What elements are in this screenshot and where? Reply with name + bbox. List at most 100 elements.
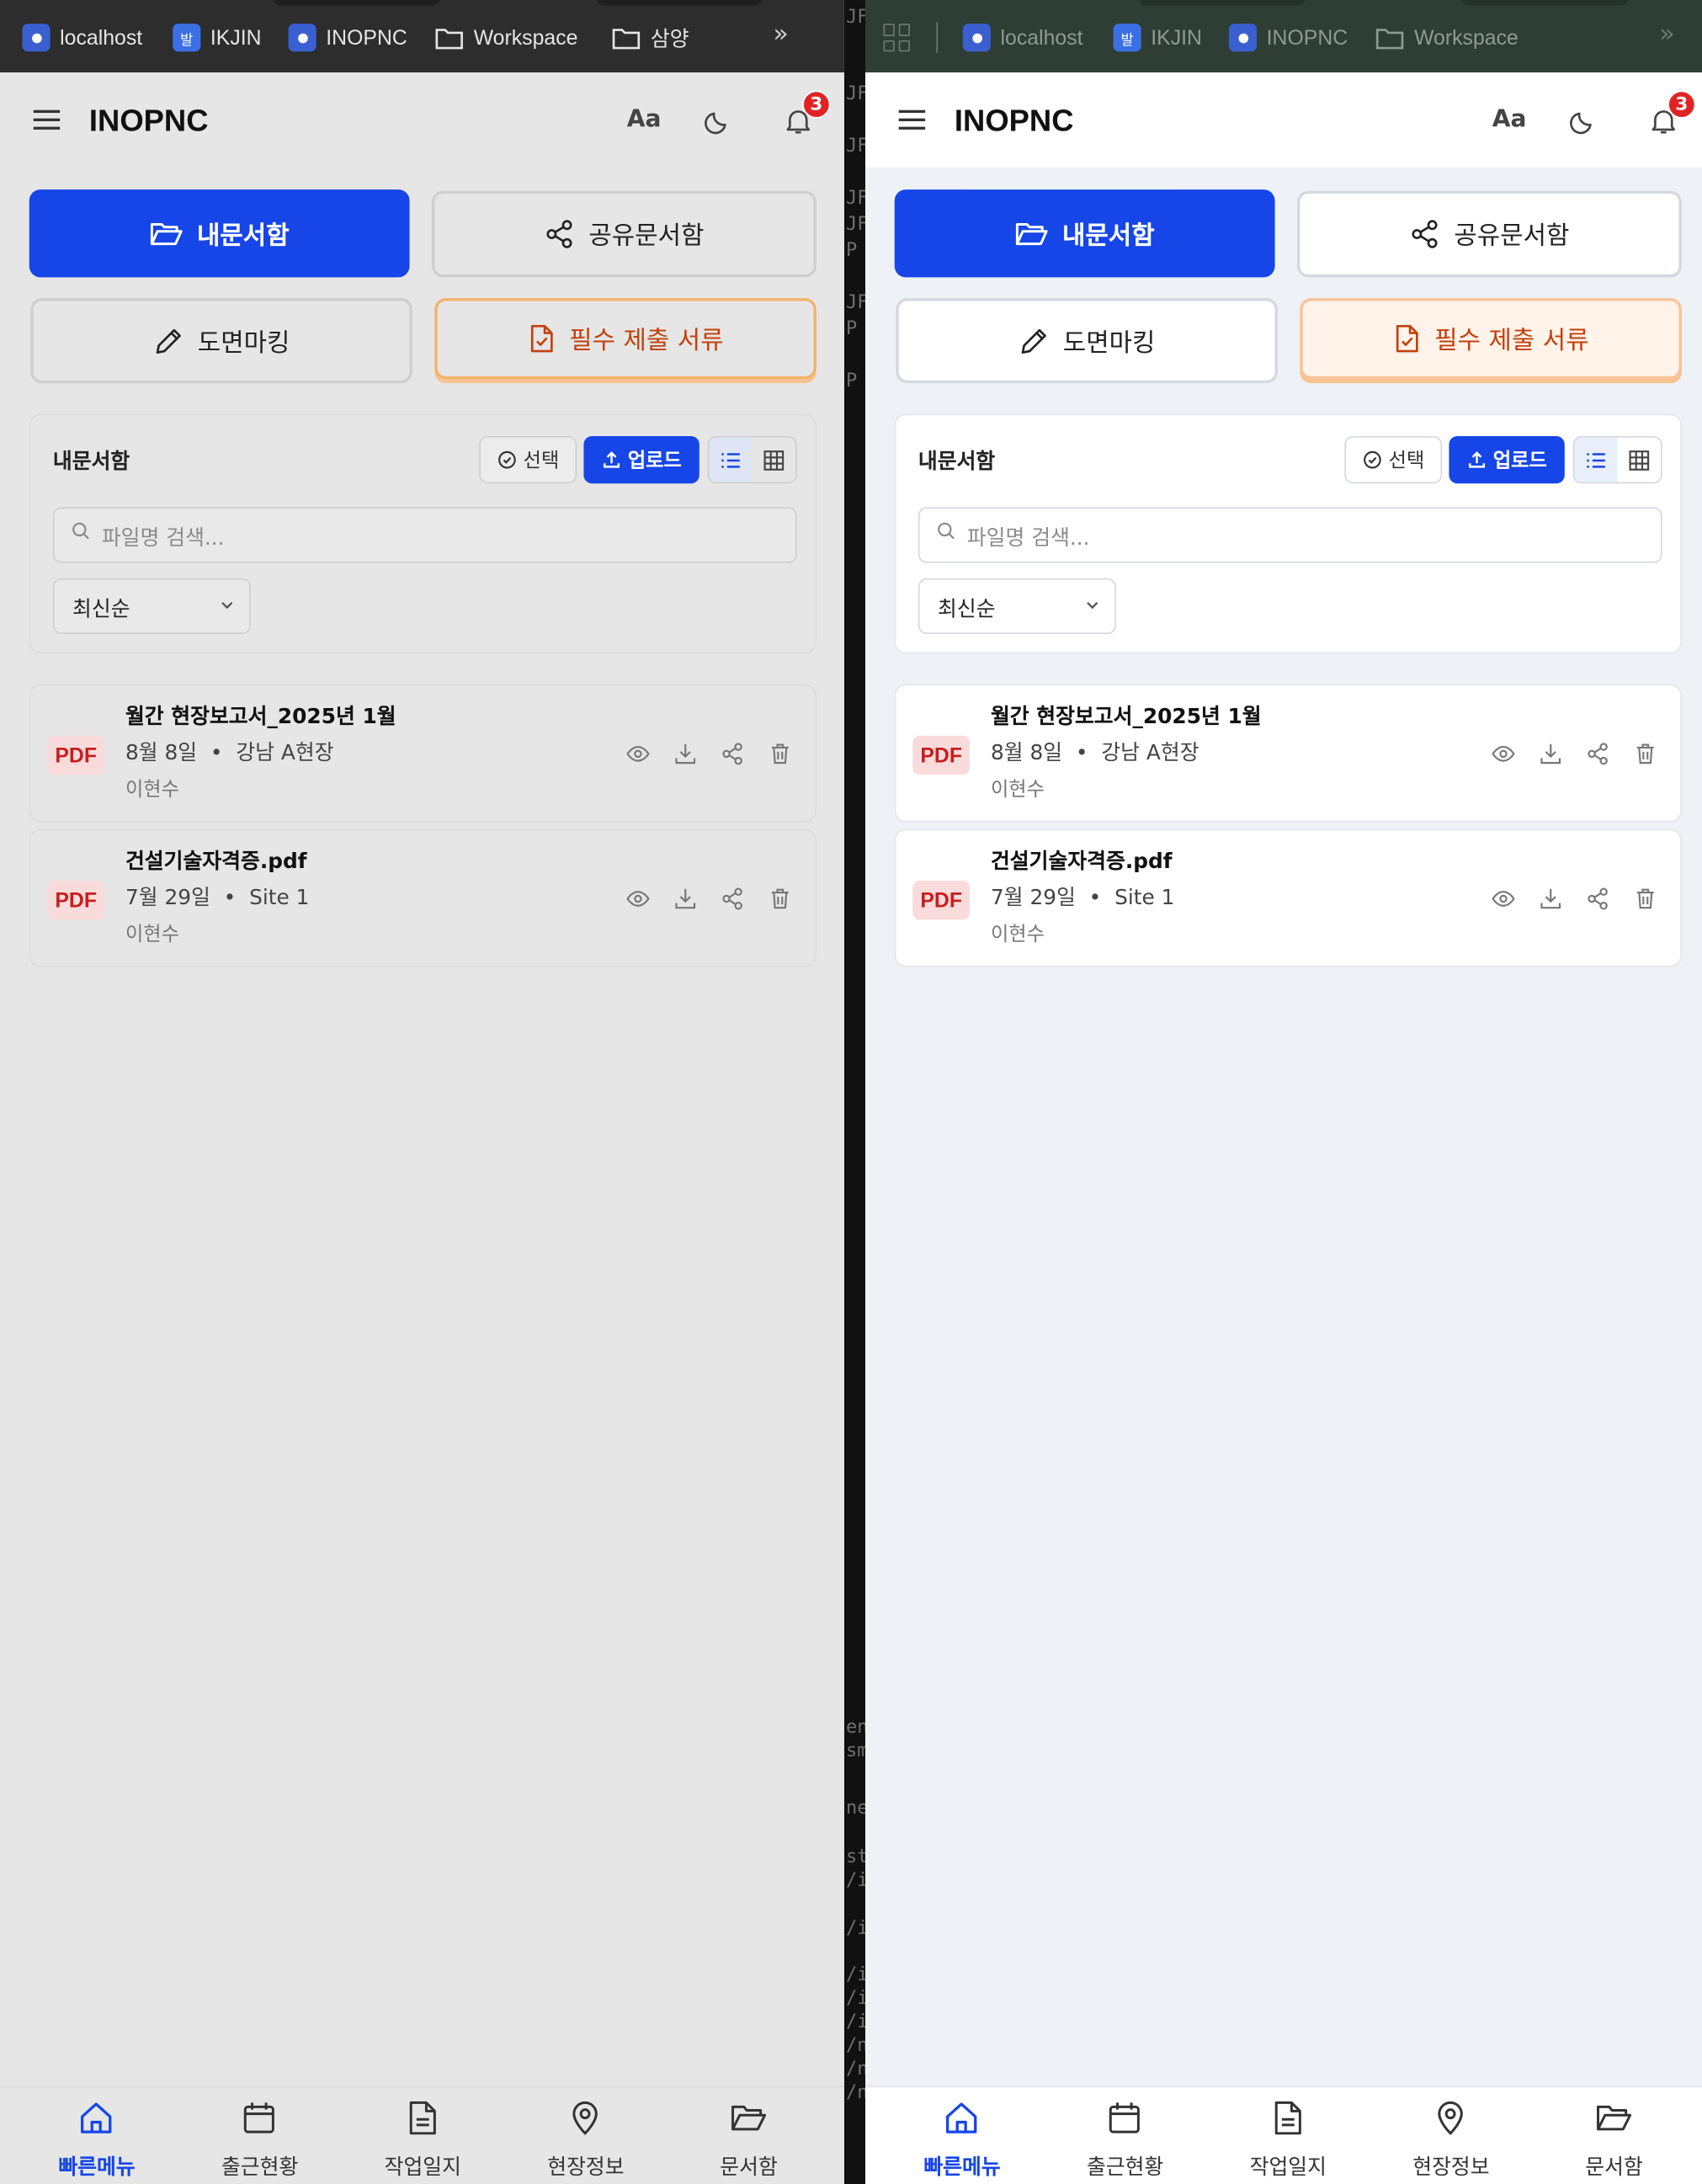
sort-select[interactable]: 최신순 xyxy=(917,578,1116,635)
document-item[interactable]: PDF 월간 현장보고서_2025년 1월 8월 8일 • 강남 A현장 이현수 xyxy=(29,684,816,823)
bookmark-localhost[interactable]: localhost xyxy=(22,22,142,52)
tab-required-docs[interactable]: 필수 제출 서류 xyxy=(1300,298,1682,380)
bookmark-inopnc[interactable]: INOPNC xyxy=(1228,22,1348,52)
share-icon[interactable] xyxy=(1586,887,1611,912)
bookmark-workspace[interactable]: Workspace xyxy=(1375,22,1519,52)
document-item[interactable]: PDF 월간 현장보고서_2025년 1월 8월 8일 • 강남 A현장 이현수 xyxy=(894,684,1682,823)
font-size-toggle[interactable]: Aa xyxy=(627,106,662,134)
moon-icon[interactable] xyxy=(704,107,731,135)
eye-icon[interactable] xyxy=(625,887,651,912)
home-icon xyxy=(80,2102,112,2133)
eye-icon[interactable] xyxy=(1491,887,1516,912)
pencil-icon xyxy=(1021,328,1046,354)
sort-select[interactable]: 최신순 xyxy=(52,578,251,635)
trash-icon[interactable] xyxy=(1633,741,1658,766)
folder-open-icon xyxy=(1016,222,1049,245)
select-button[interactable]: 선택 xyxy=(479,436,577,484)
document-author: 이현수 xyxy=(125,924,179,946)
list-view-button[interactable] xyxy=(1574,437,1618,482)
nav-attendance[interactable]: 출근현황 xyxy=(1041,2087,1210,2184)
home-icon xyxy=(945,2102,977,2133)
tab-pill xyxy=(1461,0,1629,6)
tab-shared-docs[interactable]: 공유문서함 xyxy=(432,190,816,278)
pdf-badge: PDF xyxy=(912,735,971,775)
tab-drawing-marking[interactable]: 도면마킹 xyxy=(30,298,412,384)
nav-documents[interactable]: 문서함 xyxy=(1529,2087,1698,2184)
trash-icon[interactable] xyxy=(768,741,793,766)
eye-icon[interactable] xyxy=(1491,741,1516,766)
grid-icon xyxy=(763,450,785,470)
bookmark-workspace[interactable]: Workspace xyxy=(434,22,577,52)
bookmark-inopnc[interactable]: INOPNC xyxy=(288,22,407,52)
share-icon[interactable] xyxy=(721,887,746,912)
check-circle-icon xyxy=(497,450,516,469)
eye-icon[interactable] xyxy=(625,741,651,766)
tab-required-docs[interactable]: 필수 제출 서류 xyxy=(434,298,816,380)
trash-icon[interactable] xyxy=(1633,887,1658,912)
download-icon[interactable] xyxy=(673,741,698,766)
folder-open-icon xyxy=(151,222,183,245)
ikjin-favicon-icon: 발 xyxy=(173,24,201,52)
bookmark-ikjin[interactable]: 발 IKJIN xyxy=(173,22,262,52)
brand-logo[interactable]: INOPNC xyxy=(955,103,1074,139)
bookmark-ikjin[interactable]: 발 IKJIN xyxy=(1113,22,1202,52)
bookmarks-more-icon[interactable]: » xyxy=(774,19,789,49)
notification-badge: 3 xyxy=(802,90,831,119)
document-item[interactable]: PDF 건설기술자격증.pdf 7월 29일 • Site 1 이현수 xyxy=(894,828,1682,967)
menu-icon[interactable] xyxy=(898,109,926,130)
nav-quick-menu[interactable]: 빠른메뉴 xyxy=(878,2087,1046,2184)
menu-icon[interactable] xyxy=(33,109,61,130)
nav-attendance[interactable]: 출근현황 xyxy=(176,2087,344,2184)
my-docs-card: 내문서함 선택 업로드 파일명 검색... 최신순 xyxy=(894,413,1682,654)
tab-drawing-marking[interactable]: 도면마킹 xyxy=(896,298,1278,384)
nav-site-info[interactable]: 현장정보 xyxy=(1367,2087,1535,2184)
bookmark-samyang[interactable]: 삼양 xyxy=(612,22,689,52)
bookmarks-more-icon[interactable]: » xyxy=(1659,19,1674,49)
list-icon xyxy=(1587,452,1605,467)
nav-quick-menu[interactable]: 빠른메뉴 xyxy=(13,2087,181,2184)
nav-work-log[interactable]: 작업일지 xyxy=(338,2087,507,2184)
grid-view-button[interactable] xyxy=(1618,438,1661,482)
check-circle-icon xyxy=(1363,450,1381,469)
nav-site-info[interactable]: 현장정보 xyxy=(502,2087,670,2184)
apps-grid-icon[interactable] xyxy=(883,24,912,52)
upload-button[interactable]: 업로드 xyxy=(583,436,699,484)
list-view-button[interactable] xyxy=(709,437,753,482)
app-header: INOPNC Aa xyxy=(865,72,1702,168)
select-button[interactable]: 선택 xyxy=(1344,436,1443,484)
share-icon[interactable] xyxy=(1586,741,1611,766)
view-toggle xyxy=(707,436,797,484)
upload-icon xyxy=(1468,451,1485,468)
brand-logo[interactable]: INOPNC xyxy=(89,103,209,139)
document-meta: 8월 8일 • 강남 A현장 xyxy=(125,739,334,765)
font-size-toggle[interactable]: Aa xyxy=(1492,106,1527,134)
share-icon[interactable] xyxy=(721,741,746,766)
upload-icon xyxy=(603,451,620,468)
calendar-icon xyxy=(1109,2102,1140,2133)
pencil-icon xyxy=(156,328,181,354)
document-title: 건설기술자격증.pdf xyxy=(990,848,1173,874)
share-icon xyxy=(545,220,572,248)
map-pin-icon xyxy=(572,2101,598,2135)
nav-documents[interactable]: 문서함 xyxy=(664,2087,832,2184)
trash-icon[interactable] xyxy=(768,887,793,912)
tab-my-docs[interactable]: 내문서함 xyxy=(894,189,1275,278)
tab-my-docs[interactable]: 내문서함 xyxy=(29,189,410,278)
download-icon[interactable] xyxy=(1538,741,1563,766)
search-placeholder: 파일명 검색... xyxy=(966,525,1090,551)
calendar-icon xyxy=(243,2102,274,2133)
bookmark-localhost[interactable]: localhost xyxy=(962,22,1083,52)
nav-work-log[interactable]: 작업일지 xyxy=(1204,2087,1372,2184)
tab-pill xyxy=(273,0,440,6)
search-field[interactable]: 파일명 검색... xyxy=(52,507,797,563)
grid-view-button[interactable] xyxy=(753,438,795,482)
bookmarks-bar: localhost 발 IKJIN INOPNC Workspace 삼양 » xyxy=(865,0,1702,73)
document-item[interactable]: PDF 건설기술자격증.pdf 7월 29일 • Site 1 이현수 xyxy=(29,828,816,967)
download-icon[interactable] xyxy=(673,887,698,912)
download-icon[interactable] xyxy=(1538,887,1563,912)
upload-button[interactable]: 업로드 xyxy=(1449,436,1565,484)
search-field[interactable]: 파일명 검색... xyxy=(917,507,1662,563)
document-title: 건설기술자격증.pdf xyxy=(125,848,307,874)
moon-icon[interactable] xyxy=(1569,107,1597,135)
tab-shared-docs[interactable]: 공유문서함 xyxy=(1297,190,1682,278)
